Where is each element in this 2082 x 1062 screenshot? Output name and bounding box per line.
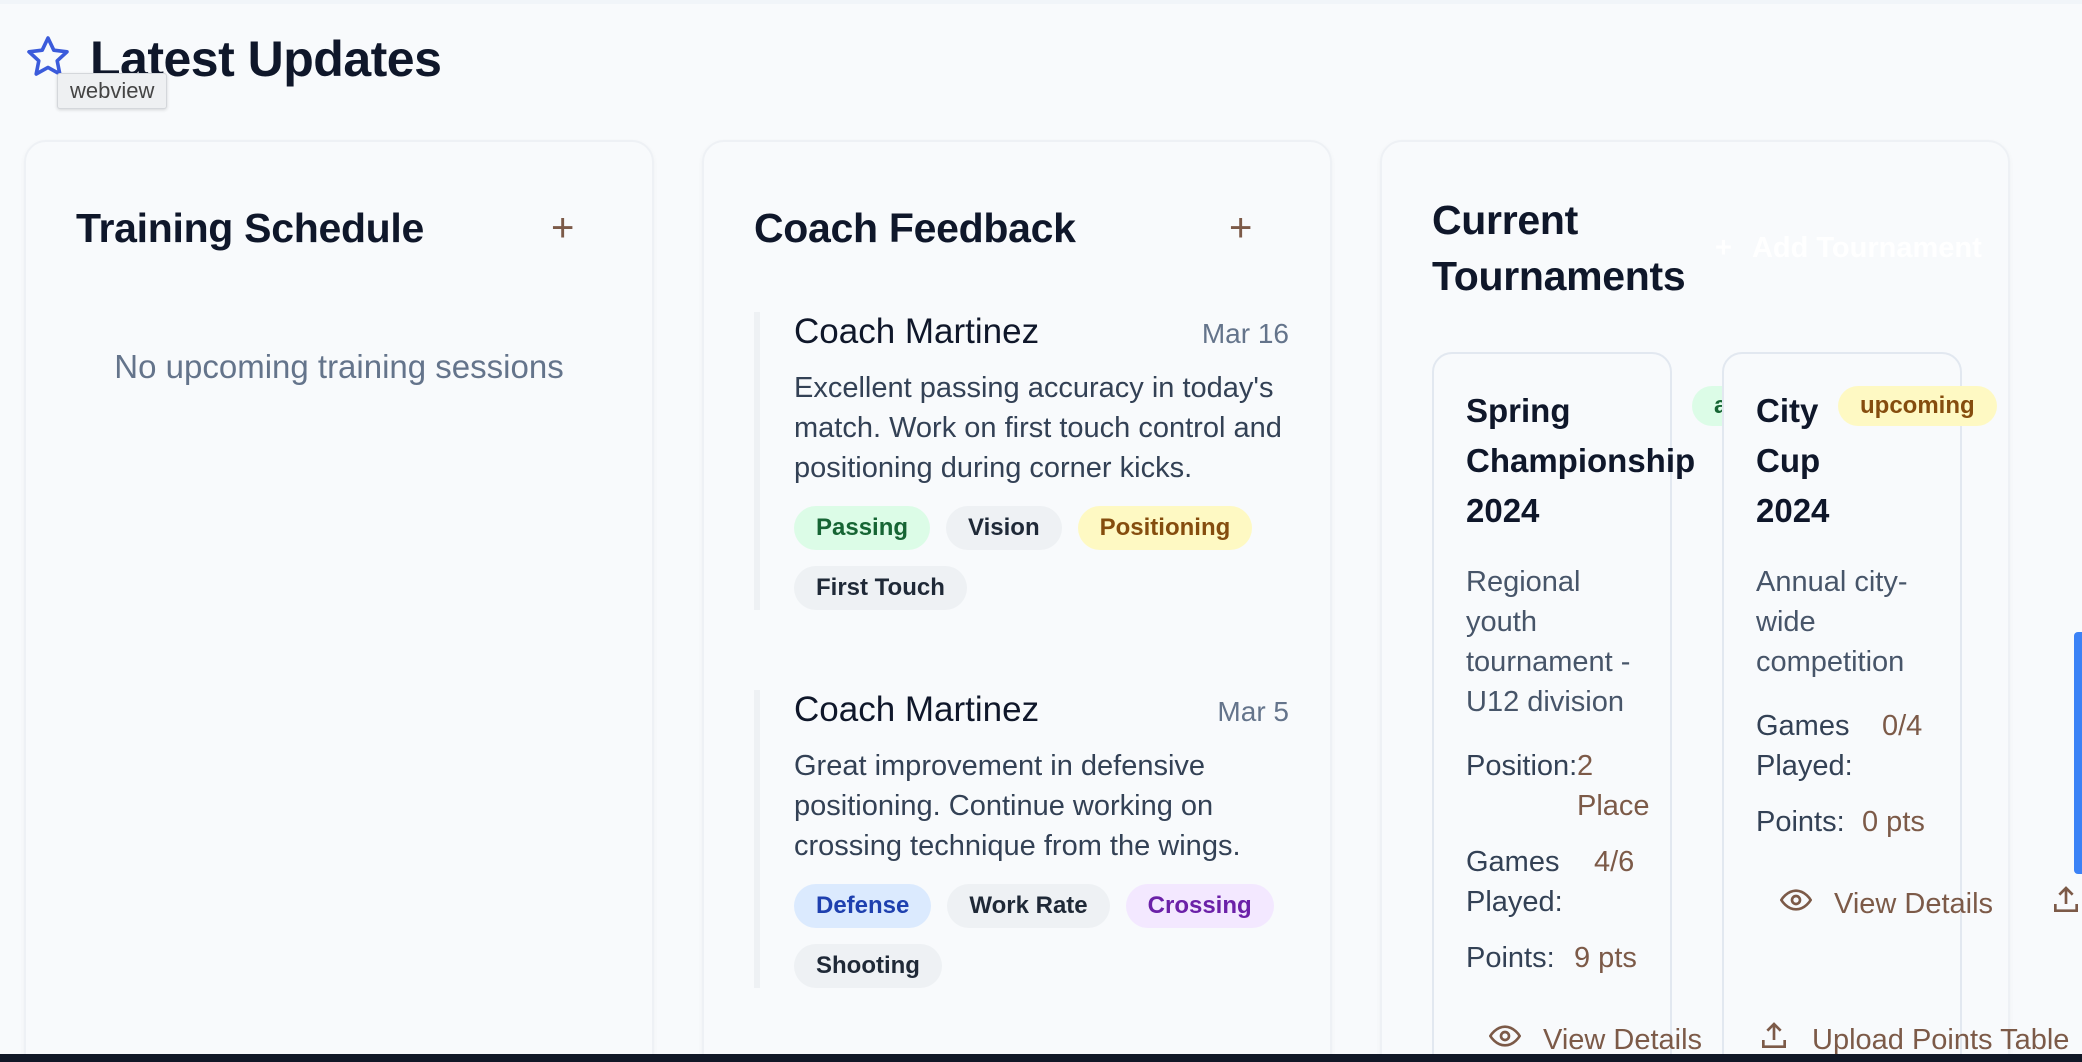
tag-vision: Vision [946,506,1062,550]
plus-icon: + [1715,232,1732,264]
tag-defense: Defense [794,884,932,928]
games-label-line: Games [1756,710,1850,742]
training-schedule-title: Training Schedule [76,205,425,251]
add-training-button[interactable]: + [551,208,574,248]
tournament-name-line: 2024 [1466,492,1540,529]
points-label: Points: [1466,942,1555,974]
tournament-card: Spring Championship 2024 Regional youth … [1432,352,1695,1062]
tag-positioning: Positioning [1077,506,1253,550]
tournaments-title-line: Tournaments [1432,253,1686,299]
tournament-desc-line: U12 division [1466,686,1624,718]
view-details-label: View Details [1834,887,1994,920]
current-tournaments-card: Current Tournaments + Add Tournament Spr… [1380,140,2078,1062]
feedback-text: Excellent passing accuracy in today's ma… [794,372,1282,484]
points-value: 0 pts [1862,806,1925,838]
games-label-line: Played: [1466,886,1563,918]
feedback-coach: Coach Martinez [794,312,1040,351]
tournament-desc-line: wide [1756,606,1816,638]
tournament-desc-line: competition [1756,646,1905,678]
training-schedule-card: Training Schedule + No upcoming training… [24,140,654,1062]
feedback-coach: Coach Martinez [794,690,1040,729]
view-details-label: View Details [1543,1023,1703,1056]
coach-feedback-title: Coach Feedback [754,205,1076,251]
tournament-desc-line: Regional [1466,566,1581,598]
tournament-desc-line: tournament - [1466,646,1631,678]
bottom-bar [0,1054,2082,1062]
add-tournament-label: Add Tournament [1751,232,1982,264]
tournament-name-line: Championship [1466,442,1696,479]
tournament-description: Annual city- wide competition [1756,562,1908,682]
tag-passing: Passing [794,506,931,550]
add-feedback-button[interactable]: + [1229,208,1252,248]
tag-work-rate: Work Rate [947,884,1110,928]
games-label-line: Played: [1756,750,1853,782]
games-label-line: Games [1466,846,1560,878]
feedback-tags: Passing Vision Positioning First Touch [794,506,1289,610]
tournaments-title: Current Tournaments [1432,192,1686,304]
add-tournament-button[interactable]: + Add Tournament [1715,232,1982,265]
status-badge: upcoming [1838,386,1997,426]
training-empty-message: No upcoming training sessions [114,348,564,385]
tournament-desc-line: youth [1466,606,1537,638]
games-played-label: Games Played: [1756,706,1853,786]
upload-icon [2050,884,2082,924]
view-details-button[interactable]: View Details [1779,884,1994,924]
position-value-line: Place [1577,790,1650,822]
eye-icon [1779,884,1813,924]
position-label: Position: [1466,750,1578,782]
tournament-name-line: 2024 [1756,492,1830,529]
feedback-text: Great improvement in defensive positioni… [794,750,1241,862]
upload-points-button[interactable] [2050,884,2082,924]
feedback-item: Coach Martinez Mar 5 Great improvement i… [754,690,1289,988]
webview-tooltip: webview [57,73,168,109]
feedback-date: Mar 5 [1217,696,1289,727]
position-value-line: 2 [1577,750,1594,782]
tournament-description: Regional youth tournament - U12 division [1466,562,1630,722]
feedback-tags: Defense Work Rate Crossing Shooting [794,884,1289,988]
tournament-card: City Cup 2024 Annual city- wide competit… [1722,352,1962,1062]
tag-first-touch: First Touch [794,566,967,610]
coach-feedback-card: Coach Feedback + Coach Martinez Mar 16 E… [702,140,1332,1062]
points-label: Points: [1756,806,1845,838]
scrollbar-thumb[interactable] [2074,632,2082,874]
tournaments-title-line: Current [1432,197,1578,243]
top-edge [0,0,2082,4]
upload-points-label: Upload Points Table [1812,1023,2070,1056]
tournament-desc-line: Annual city- [1756,566,1908,598]
tag-shooting: Shooting [794,944,942,988]
games-played-value: 4/6 [1594,846,1635,878]
points-value: 9 pts [1574,942,1637,974]
tournament-name-line: Cup [1756,442,1821,479]
games-played-value: 0/4 [1882,710,1923,742]
tournament-name-line: City [1756,392,1819,429]
tag-crossing: Crossing [1125,884,1274,928]
feedback-date: Mar 16 [1201,318,1289,349]
tournament-name-line: Spring [1466,392,1571,429]
feedback-item: Coach Martinez Mar 16 Excellent passing … [754,312,1289,610]
games-played-label: Games Played: [1466,842,1563,922]
position-value: 2 Place [1577,746,1650,826]
tournament-name: Spring Championship 2024 [1466,386,1695,536]
tournament-name: City Cup 2024 [1756,386,1829,536]
